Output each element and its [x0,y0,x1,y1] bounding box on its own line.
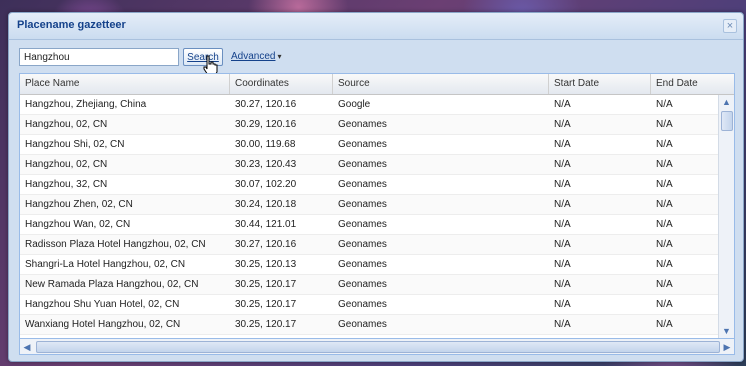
cell-coordinates: 30.29, 120.16 [235,119,297,130]
table-row[interactable]: Hangzhou, Zhejiang, China 30.27, 120.16 Go… [20,95,718,115]
cell-source: Geonames [338,139,387,150]
table-row[interactable]: Hangzhou Shu Yuan Hotel, 02, CN 30.25, 12… [20,295,718,315]
cell-end-date: N/A [656,139,673,150]
cell-coordinates: 30.44, 121.01 [235,219,297,230]
grid-rows: Hangzhou, Zhejiang, China 30.27, 120.16 Go… [20,95,718,338]
cell-start-date: N/A [554,119,571,130]
cell-coordinates: 30.25, 120.17 [235,319,297,330]
cell-coordinates: 30.27, 120.16 [235,239,297,250]
table-row[interactable]: Hangzhou Wan, 02, CN 30.44, 121.01 Geoname… [20,215,718,235]
cell-source: Geonames [338,279,387,290]
cell-coordinates: 30.27, 120.16 [235,99,297,110]
advanced-label: Advanced [231,51,276,62]
cell-source: Geonames [338,239,387,250]
cell-end-date: N/A [656,119,673,130]
cell-coordinates: 30.00, 119.68 [235,139,296,150]
cell-end-date: N/A [656,159,673,170]
cell-end-date: N/A [656,319,673,330]
cell-source: Geonames [338,259,387,270]
column-header-coordinates[interactable]: Coordinates [230,74,333,94]
cell-source: Geonames [338,159,387,170]
cell-place-name: Shangri-La Hotel Hangzhou, 02, CN [25,259,186,270]
table-row[interactable]: Wanxiang Hotel Hangzhou, 02, CN 30.25, 12… [20,315,718,335]
cell-coordinates: 30.23, 120.43 [235,159,297,170]
cell-source: Geonames [338,119,387,130]
cell-place-name: Hangzhou Wan, 02, CN [25,219,131,230]
cell-start-date: N/A [554,219,571,230]
cell-end-date: N/A [656,259,673,270]
cell-coordinates: 30.07, 102.20 [235,179,297,190]
vertical-scrollbar[interactable]: ▲ ▼ [718,95,734,338]
results-grid: Place Name Coordinates Source Start Date… [19,73,735,339]
cell-source: Geonames [338,179,387,190]
chevron-down-icon: ▾ [277,52,282,61]
cell-source: Geonames [338,199,387,210]
cell-place-name: Hangzhou Shu Yuan Hotel, 02, CN [25,299,180,310]
horizontal-scroll-thumb[interactable] [36,341,720,353]
cell-start-date: N/A [554,179,571,190]
cell-place-name: Wanxiang Hotel Hangzhou, 02, CN [25,319,181,330]
cell-start-date: N/A [554,239,571,250]
table-row[interactable]: New Ramada Plaza Hangzhou, 02, CN 30.25, … [20,275,718,295]
horizontal-scrollbar[interactable]: ◀ ▶ [19,339,735,355]
gazetteer-dialog: Placename gazetteer × Search Advanced▾ P… [8,12,744,362]
scroll-down-icon[interactable]: ▼ [719,324,734,338]
scroll-right-icon[interactable]: ▶ [720,339,734,355]
cell-source: Geonames [338,219,387,230]
cell-end-date: N/A [656,239,673,250]
title-bar[interactable]: Placename gazetteer × [9,13,743,40]
cell-start-date: N/A [554,159,571,170]
column-header-source[interactable]: Source [333,74,549,94]
table-row[interactable]: Hangzhou Shi, 02, CN 30.00, 119.68 Geoname… [20,135,718,155]
cell-end-date: N/A [656,179,673,190]
cell-start-date: N/A [554,99,571,110]
table-row[interactable]: Radisson Plaza Hotel Hangzhou, 02, CN 30.… [20,235,718,255]
cell-place-name: New Ramada Plaza Hangzhou, 02, CN [25,279,199,290]
table-row[interactable]: Hangzhou, 02, CN 30.23, 120.43 Geonames N/A… [20,155,718,175]
cell-source: Google [338,99,371,110]
cell-source: Geonames [338,319,387,330]
cell-place-name: Hangzhou Shi, 02, CN [25,139,125,150]
table-row[interactable]: Hangzhou, 02, CN 30.29, 120.16 Geonames N/A… [20,115,718,135]
scroll-left-icon[interactable]: ◀ [20,339,34,355]
close-icon[interactable]: × [723,19,737,33]
search-input[interactable] [19,48,179,66]
cell-place-name: Hangzhou, 02, CN [25,119,108,130]
advanced-dropdown[interactable]: Advanced ▾ [231,51,282,62]
cell-start-date: N/A [554,259,571,270]
cell-coordinates: 30.24, 120.18 [235,199,297,210]
cell-start-date: N/A [554,319,571,330]
cell-end-date: N/A [656,219,673,230]
vertical-scroll-thumb[interactable] [721,111,733,131]
cell-place-name: Hangzhou, 02, CN [25,159,108,170]
cell-end-date: N/A [656,299,673,310]
column-header-start-date[interactable]: Start Date [549,74,651,94]
column-header-place-name[interactable]: Place Name [20,74,230,94]
table-row[interactable]: Hangzhou, 32, CN 30.07, 102.20 Geonames N/A… [20,175,718,195]
cell-start-date: N/A [554,139,571,150]
cell-start-date: N/A [554,299,571,310]
cell-place-name: Radisson Plaza Hotel Hangzhou, 02, CN [25,239,206,250]
cell-end-date: N/A [656,99,673,110]
table-row[interactable]: Hangzhou Zhen, 02, CN 30.24, 120.18 Geonam… [20,195,718,215]
grid-header: Place Name Coordinates Source Start Date… [20,74,734,95]
cell-place-name: Hangzhou, 32, CN [25,179,108,190]
cell-end-date: N/A [656,279,673,290]
cell-place-name: Hangzhou Zhen, 02, CN [25,199,133,210]
cell-coordinates: 30.25, 120.17 [235,299,297,310]
cell-start-date: N/A [554,279,571,290]
cell-coordinates: 30.25, 120.13 [235,259,297,270]
cell-start-date: N/A [554,199,571,210]
cell-end-date: N/A [656,199,673,210]
dialog-title: Placename gazetteer [17,19,126,31]
scroll-up-icon[interactable]: ▲ [719,95,734,109]
table-row[interactable]: Shangri-La Hotel Hangzhou, 02, CN 30.25, … [20,255,718,275]
cell-place-name: Hangzhou, Zhejiang, China [25,99,147,110]
cell-source: Geonames [338,299,387,310]
column-header-end-date[interactable]: End Date [651,74,734,94]
cell-coordinates: 30.25, 120.17 [235,279,297,290]
